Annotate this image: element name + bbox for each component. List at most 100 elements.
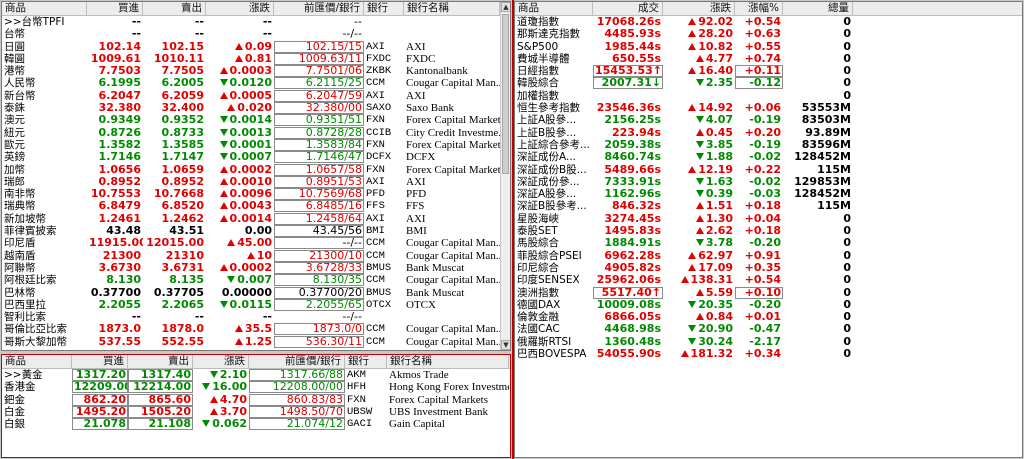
table-row[interactable]: 深証成份B股... 5489.66s 12.19 +0.22 115M <box>515 164 1022 176</box>
table-row[interactable]: 巴西里拉 2.2055 2.2065 0.0115 2.2055/65 OTCX OTCX <box>2 298 510 311</box>
table-row[interactable]: 日圓 102.14 102.15 0.09 102.15/15 AXI AXI <box>2 40 510 53</box>
table-row[interactable]: 印尼綜合 4905.82s 17.09 +0.35 0 <box>515 262 1022 274</box>
col-header-change[interactable]: 漲跌 <box>206 2 274 16</box>
col-header-name[interactable]: 商品 <box>2 355 72 369</box>
change-cell: 4.07 <box>663 114 735 126</box>
table-row[interactable]: 費城半導體 650.55s 4.77 +0.74 0 <box>515 53 1022 65</box>
col-header-ask[interactable]: 賣出 <box>128 355 193 369</box>
scroll-thumb[interactable] <box>502 14 509 174</box>
col-header-bank[interactable]: 銀行 <box>345 355 387 369</box>
col-header-bid[interactable]: 買進 <box>87 2 143 16</box>
table-row[interactable]: 紐元 0.8726 0.8733 0.0013 0.8728/28 CCIB City Cr… <box>2 126 510 139</box>
bank-code: AXI <box>366 89 385 102</box>
col-header-volume[interactable]: 總量 <box>783 2 853 16</box>
table-row[interactable]: 人民幣 6.1995 6.2005 0.0120 6.2115/25 CCM Cougar … <box>2 77 510 90</box>
col-header-bid[interactable]: 買進 <box>72 355 128 369</box>
table-row[interactable]: 白金 1495.20 1505.20 3.70 1498.50/70 UBSW UBS In… <box>2 405 510 418</box>
prev-value: -- <box>354 16 362 28</box>
table-row[interactable]: 深証B股參考... 846.32s 1.51 +0.18 115M <box>515 200 1022 212</box>
table-row[interactable]: 那斯達克指數 4485.93s 28.20 +0.63 0 <box>515 28 1022 40</box>
table-row[interactable]: 韓圓 1009.61 1010.11 0.81 1009.63/11 FXDC FXDC <box>2 52 510 65</box>
table-row[interactable]: 深証A股參... 1162.96s 0.39 -0.03 128452M <box>515 188 1022 200</box>
table-row[interactable]: 加幣 1.0656 1.0659 0.0002 1.0657/58 FXN Forex Ca… <box>2 163 510 176</box>
ask-value: 1.0659 <box>161 163 204 176</box>
bid-value: -- <box>131 28 141 41</box>
table-row[interactable]: 阿根廷比索 8.130 8.135 0.007 8.130/35 CCM Cougar Ca… <box>2 274 510 287</box>
table-row[interactable]: >>台幣TPFI -- -- -- -- <box>2 16 510 28</box>
table-row[interactable]: 歐元 1.3582 1.3585 0.0001 1.3583/84 FXN Forex Ca… <box>2 138 510 151</box>
table-row[interactable]: 德國DAX 10009.08s 20.35 -0.20 0 <box>515 299 1022 311</box>
table-row[interactable]: 瑞郎 0.8952 0.8952 0.0010 0.8951/53 AXI AXI <box>2 175 510 188</box>
table-row[interactable]: 深証成份參... 7333.91s 1.63 -0.02 129853M <box>515 176 1022 188</box>
change-cell: 0.020 <box>206 102 274 114</box>
table-row[interactable]: 香港金 12209.00 12214.00 16.00 12208.00/00 HFH Ho… <box>2 381 510 394</box>
table-row[interactable]: 巴西BOVESPA 54055.90s 181.32 +0.34 0 <box>515 348 1022 360</box>
table-row[interactable]: 越南盾 21300 21310 10 21300/10 CCM Cougar Capital… <box>2 249 510 262</box>
table-row[interactable]: S&P500 1985.44s 10.82 +0.55 0 <box>515 41 1022 53</box>
col-header-name[interactable]: 商品 <box>515 2 593 16</box>
scroll-up-icon[interactable]: ▲ <box>501 2 510 12</box>
table-row[interactable]: 加權指數 0 <box>515 90 1022 102</box>
table-row[interactable]: 印度SENSEX 25962.06s 138.31 +0.54 0 <box>515 274 1022 286</box>
scroll-down-icon[interactable]: ▼ <box>501 340 510 350</box>
table-row[interactable]: 巴林幣 0.37700 0.37705 0.00000 0.37700/20 BMUS Ba… <box>2 286 510 299</box>
table-row[interactable]: 泰銖 32.380 32.400 0.020 32.380/00 SAXO Saxo Ban… <box>2 102 510 115</box>
col-header-bank-name[interactable]: 銀行名稱 <box>404 2 500 16</box>
table-row[interactable]: 道瓊指數 17068.26s 92.02 +0.54 0 <box>515 16 1022 28</box>
table-row[interactable]: 台幣 -- -- -- --/-- <box>2 28 510 40</box>
table-row[interactable]: 星股海峽 3274.45s 1.30 +0.04 0 <box>515 213 1022 225</box>
table-row[interactable]: 韓股綜合 2007.31↓ 2.35 -0.12 0 <box>515 77 1022 90</box>
table-row[interactable]: 英鎊 1.7146 1.7147 0.0007 1.7146/47 DCFX DCFX <box>2 151 510 164</box>
table-row[interactable]: 南非幣 10.7553 10.7668 0.0096 10.7569/68 PFD PFD <box>2 188 510 201</box>
table-row[interactable]: 日經指數 15453.53↑ 16.40 +0.11 0 <box>515 65 1022 78</box>
col-header-prev[interactable]: 前匯價/銀行 <box>249 355 345 369</box>
table-row[interactable]: 俄羅斯RTSI 1360.48s 30.24 -2.17 0 <box>515 336 1022 348</box>
col-header-prev[interactable]: 前匯價/銀行 <box>274 2 364 16</box>
table-row[interactable]: 菲股綜合PSEI 6962.28s 62.97 +0.91 0 <box>515 250 1022 262</box>
bid-value: 21300 <box>102 249 141 262</box>
col-header-bank[interactable]: 銀行 <box>364 2 404 16</box>
volume-value: 128452M <box>794 151 851 164</box>
col-header-percent[interactable]: 漲幅% <box>735 2 783 16</box>
col-header-last[interactable]: 成交 <box>593 2 663 16</box>
table-row[interactable]: 哥斯大黎加幣 537.55 552.55 1.25 536.30/11 CCM Cougar… <box>2 335 510 348</box>
ask-value: 6.2005 <box>161 77 204 90</box>
table-row[interactable]: 澳元 0.9349 0.9352 0.0014 0.9351/51 FXN Forex Ca… <box>2 114 510 127</box>
table-row[interactable]: 泰股SET 1495.83s 2.62 +0.18 0 <box>515 225 1022 237</box>
col-header-change[interactable]: 漲跌 <box>193 355 249 369</box>
col-header-change[interactable]: 漲跌 <box>663 2 735 16</box>
table-row[interactable]: 智利比索 -- -- -- --/-- <box>2 311 510 323</box>
table-row[interactable]: 哥倫比亞比索 1873.0 1878.0 35.5 1873.0/0 CCM Cougar … <box>2 323 510 336</box>
table-row[interactable]: 上証A股參... 2156.25s 4.07 -0.19 83503M <box>515 114 1022 126</box>
table-row[interactable]: 上証綜合參考... 2059.38s 3.85 -0.19 83596M <box>515 139 1022 151</box>
table-row[interactable]: 菲律賓披索 43.48 43.51 0.00 43.45/56 BMI BMI <box>2 225 510 238</box>
table-row[interactable]: 倫敦金融 6866.05s 0.84 +0.01 0 <box>515 311 1022 323</box>
table-row[interactable]: 上証B股參... 223.94s 0.45 +0.20 93.89M <box>515 127 1022 139</box>
table-row[interactable]: 馬股綜合 1884.91s 3.78 -0.20 0 <box>515 237 1022 249</box>
table-row[interactable]: 澳洲指數 5517.40↑ 5.59 +0.10 0 <box>515 286 1022 299</box>
table-row[interactable]: >>黃金 1317.20 1317.40 2.10 1317.66/88 AKM Akmos… <box>2 369 510 381</box>
table-row[interactable]: 法國CAC 4468.98s 20.90 -0.47 0 <box>515 323 1022 335</box>
table-row[interactable]: 深証成份A... 8460.74s 1.88 -0.02 128452M <box>515 151 1022 163</box>
table-row[interactable]: 瑞典幣 6.8479 6.8520 0.0043 6.8485/16 FFS FFS <box>2 200 510 213</box>
table-row[interactable]: 恒生參考指數 23546.36s 14.92 +0.06 53553M <box>515 102 1022 114</box>
table-row[interactable]: 新台幣 6.2047 6.2059 0.0005 6.2047/59 AXI AXI <box>2 89 510 102</box>
table-row[interactable]: 鈀金 862.20 865.60 4.70 860.83/83 FXN Forex Capi… <box>2 393 510 406</box>
table-row[interactable]: 白銀 21.078 21.108 0.062 21.074/12 GACI Gain Cap… <box>2 418 510 431</box>
table-row[interactable]: 印尼盾 11915.00 12015.00 45.00 --/-- CCM Cougar C… <box>2 237 510 250</box>
col-header-ask[interactable]: 賣出 <box>143 2 206 16</box>
col-header-bank-name[interactable]: 銀行名稱 <box>387 355 509 369</box>
percent-value: +0.91 <box>744 249 781 262</box>
ask-value: -- <box>194 311 204 324</box>
col-header-name[interactable]: 商品 <box>2 2 87 16</box>
ask-value: 12015.00 <box>146 237 204 250</box>
bank-code: AXI <box>366 175 385 188</box>
bank-name: Cougar Capital Man... <box>406 249 500 262</box>
forex-scrollbar[interactable]: ▲ ▼ <box>500 2 510 350</box>
table-row[interactable]: 新加坡幣 1.2461 1.2462 0.0014 1.2458/64 AXI AXI <box>2 212 510 225</box>
table-row[interactable]: 港幣 7.7503 7.7505 0.0003 7.7501/06 ZKBK Kantona… <box>2 65 510 78</box>
change-value: 0.020 <box>237 102 272 115</box>
row-name: 加權指數 <box>517 89 559 102</box>
table-row[interactable]: 阿聯幣 3.6730 3.6731 0.0002 3.6728/33 BMUS Bank M… <box>2 261 510 274</box>
change-value: 3.85 <box>705 138 733 151</box>
